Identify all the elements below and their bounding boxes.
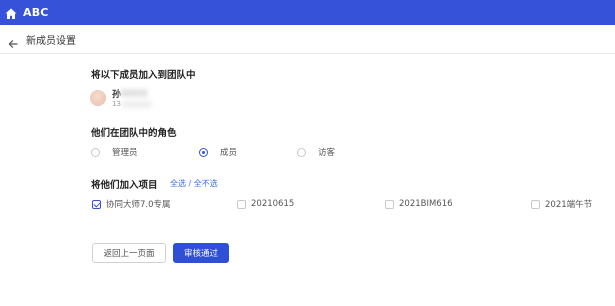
deselect-all-link[interactable]: 全不选 (194, 179, 218, 188)
select-links: 全选 / 全不选 (170, 178, 218, 189)
role-section-title: 他们在团队中的角色 (91, 128, 177, 139)
project-label: 20210615 (251, 199, 295, 209)
select-all-link[interactable]: 全选 (170, 179, 186, 188)
member-name-redaction (120, 89, 148, 97)
avatar (90, 90, 106, 106)
checkbox[interactable] (385, 199, 394, 209)
home-icon[interactable] (4, 6, 18, 20)
role-option-member[interactable]: 成员 (199, 146, 237, 158)
back-button[interactable]: 返回上一页面 (92, 243, 166, 263)
role-option-guest[interactable]: 访客 (297, 146, 335, 158)
role-option-label: 成员 (220, 148, 238, 158)
checkbox-checked[interactable] (92, 199, 101, 209)
project-option[interactable]: 2021端午节 (531, 198, 592, 210)
project-label: 2021BIM616 (399, 199, 453, 209)
projects-section-title: 将他们加入项目 (91, 180, 158, 191)
checkbox[interactable] (237, 199, 246, 209)
app-title: ABC (23, 6, 49, 19)
role-option-label: 管理员 (112, 148, 138, 158)
arrow-left-icon[interactable] (8, 34, 18, 48)
project-option[interactable]: 2021BIM616 (385, 198, 453, 210)
project-option[interactable]: 协同大师7.0专属 (92, 198, 171, 210)
members-section-title: 将以下成员加入到团队中 (91, 70, 196, 81)
member-phone-redaction (122, 101, 152, 108)
member-phone: 13 (112, 100, 121, 108)
radio-button[interactable] (91, 147, 100, 157)
project-option[interactable]: 20210615 (237, 198, 294, 210)
page-title: 新成员设置 (26, 35, 76, 47)
app-bar: ABC (0, 0, 615, 25)
radio-button-selected[interactable] (199, 147, 208, 157)
member-item: 孙 13 (90, 87, 210, 111)
project-label: 2021端午节 (545, 200, 593, 210)
approve-button[interactable]: 审核通过 (173, 243, 229, 263)
page-header: 新成员设置 (0, 25, 615, 54)
project-label: 协同大师7.0专属 (106, 200, 171, 210)
radio-button[interactable] (297, 147, 306, 157)
select-links-separator: / (186, 179, 194, 188)
role-option-label: 访客 (318, 148, 336, 158)
checkbox[interactable] (531, 199, 540, 209)
role-option-admin[interactable]: 管理员 (91, 146, 138, 158)
